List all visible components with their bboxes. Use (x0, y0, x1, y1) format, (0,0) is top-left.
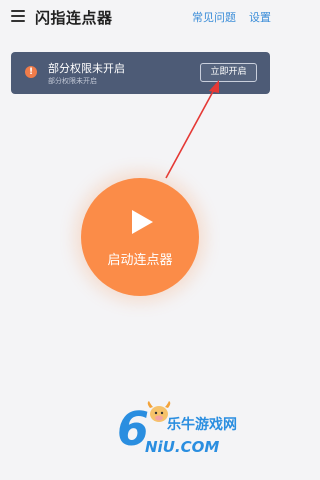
start-clicker-button[interactable]: 启动连点器 (81, 178, 199, 296)
watermark-site-name: 乐牛游戏网 (167, 417, 237, 433)
warning-icon: ! (25, 66, 37, 78)
start-button-label: 启动连点器 (107, 253, 173, 268)
enable-now-button[interactable]: 立即开启 (200, 63, 257, 82)
app-title: 闪指连点器 (35, 9, 113, 27)
banner-subtitle: 部分权限未开启 (48, 77, 97, 85)
top-bar: 闪指连点器 常见问题 设置 (0, 0, 281, 34)
hamburger-icon[interactable] (11, 10, 25, 22)
watermark-url: NiU.COM (145, 438, 220, 456)
faq-link[interactable]: 常见问题 (192, 9, 236, 25)
banner-title: 部分权限未开启 (48, 62, 125, 75)
play-icon (132, 210, 153, 234)
permission-banner: ! 部分权限未开启 部分权限未开启 立即开启 (11, 52, 270, 94)
settings-link[interactable]: 设置 (249, 9, 271, 25)
watermark-logo: 6 乐牛游戏网 NiU.COM (115, 398, 275, 468)
